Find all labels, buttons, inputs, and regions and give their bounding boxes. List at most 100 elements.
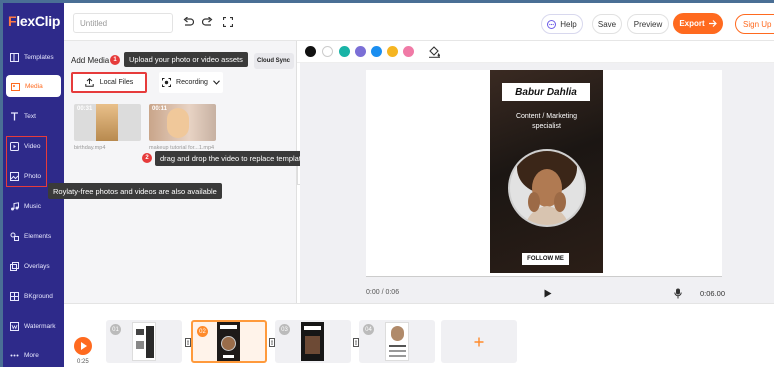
record-icon [162,78,172,87]
timeline-clip-4[interactable]: 04 [359,320,435,363]
watermark-icon [10,321,19,331]
recording-button[interactable]: Recording [159,72,223,93]
color-swatch-teal[interactable] [339,46,350,57]
sidebar-item-label: More [24,351,39,359]
paint-bucket-icon[interactable] [428,45,441,58]
color-swatch-black[interactable] [305,46,316,57]
sidebar: Templates Media Text Video Photo Music E… [3,41,64,367]
timeline: 0:25 01 ▯ 02 ▯ 03 ▯ 04 [64,303,774,367]
more-icon [10,354,19,356]
sidebar-item-label: Overlays [24,262,50,270]
play-icon [81,342,87,350]
clip-number: 04 [363,324,374,335]
timeline-clip-3[interactable]: 03 [275,320,351,363]
media-duration: 00:11 [152,106,168,112]
media-duration: 00:31 [77,106,93,112]
color-swatch-pink[interactable] [403,46,414,57]
background-icon [10,291,19,301]
arrow-right-icon [708,20,717,27]
playback-bar: 0:00 / 0:06 0:06.00 [366,283,726,303]
media-item-makeup[interactable]: 00:11 [149,104,216,141]
overlays-icon [10,261,19,271]
annotation-badge: 2 [142,153,152,163]
fullscreen-icon[interactable] [221,15,235,29]
timeline-clip-1[interactable]: 01 [106,320,182,363]
birthday-thumbnail [96,104,118,141]
progress-track[interactable] [366,276,722,277]
chevron-down-icon [213,80,220,85]
sidebar-item-templates[interactable]: Templates [3,46,64,68]
sidebar-item-label: Templates [24,53,54,61]
sidebar-item-label: Text [24,112,36,120]
timeline-play-button[interactable] [74,337,92,355]
template-preview[interactable]: Babur Dahlia Content / Marketing special… [490,70,603,273]
music-icon [11,201,19,210]
plus-icon [474,337,484,346]
color-swatch-purple[interactable] [355,46,366,57]
video-photo-highlight [6,136,47,187]
clip-thumbnail [217,322,240,361]
sidebar-item-label: Media [25,82,43,90]
media-panel: Add Media Cloud Sync Local Files Recordi… [64,41,297,303]
media-icon [11,82,20,91]
annotation-royalty-tip: Roylaty-free photos and videos are also … [48,183,222,199]
text-icon [11,111,18,120]
chat-help-icon [547,19,557,29]
local-files-button[interactable]: Local Files [71,72,147,93]
editor-window: FlexClip Templates Media Text Video Phot… [3,3,774,367]
clip-number: 02 [197,326,208,337]
project-title-input[interactable]: Untitled [73,13,173,33]
clip-thumbnail [132,322,156,361]
sidebar-item-background[interactable]: BKground [3,285,64,307]
color-swatch-blue[interactable] [371,46,382,57]
elements-icon [10,232,19,241]
upload-icon [85,78,94,87]
sidebar-item-elements[interactable]: Elements [3,225,64,247]
time-total: 0:06.00 [700,289,726,298]
clip-thumbnail [301,322,324,361]
color-swatch-yellow[interactable] [387,46,398,57]
sidebar-item-more[interactable]: More [3,344,64,366]
templates-icon [10,52,19,62]
sidebar-item-watermark[interactable]: Watermark [3,315,64,337]
export-button[interactable]: Export [673,13,723,34]
clip-number: 03 [279,324,290,335]
save-button[interactable]: Save [592,14,622,34]
sidebar-item-label: Music [24,202,41,210]
signup-button[interactable]: Sign Up [735,14,774,34]
sidebar-item-overlays[interactable]: Overlays [3,255,64,277]
template-name-text[interactable]: Babur Dahlia [502,83,590,101]
template-role-text[interactable]: Content / Marketing specialist [490,112,603,132]
undo-icon[interactable] [181,15,195,29]
sidebar-item-label: Elements [24,232,52,240]
sidebar-item-label: Watermark [24,322,56,330]
sidebar-item-label: BKground [24,292,53,300]
microphone-icon[interactable] [674,288,682,299]
clip-thumbnail [385,322,409,361]
makeup-thumbnail [167,108,189,138]
add-clip-button[interactable] [441,320,517,363]
preview-button[interactable]: Preview [627,14,669,34]
play-icon[interactable] [544,289,552,298]
media-item-birthday[interactable]: 00:31 [74,104,141,141]
cloud-sync-tab[interactable]: Cloud Sync [254,53,294,69]
color-swatch-white[interactable] [322,46,333,57]
annotation-badge: 1 [110,55,120,65]
timeline-clip-2[interactable]: 02 [191,320,267,363]
canvas-stage: Babur Dahlia Content / Marketing special… [366,70,722,276]
clip-number: 01 [110,324,121,335]
media-filename: birthday.mp4 [74,145,106,151]
sidebar-item-media[interactable]: Media [6,75,61,97]
flexclip-logo[interactable]: FlexClip [8,13,60,29]
time-current: 0:00 / 0:06 [366,289,400,296]
annotation-upload-tip: Upload your photo or video assets [124,52,248,67]
color-toolbar [297,41,774,63]
panel-title: Add Media [71,56,110,65]
canvas-area: Babur Dahlia Content / Marketing special… [300,63,774,303]
timeline-time: 0:25 [77,359,89,365]
redo-icon[interactable] [200,15,214,29]
help-button[interactable]: Help [541,14,583,34]
sidebar-item-text[interactable]: Text [3,105,64,127]
follow-me-button[interactable]: FOLLOW ME [522,253,569,265]
portrait-image[interactable] [506,140,588,240]
